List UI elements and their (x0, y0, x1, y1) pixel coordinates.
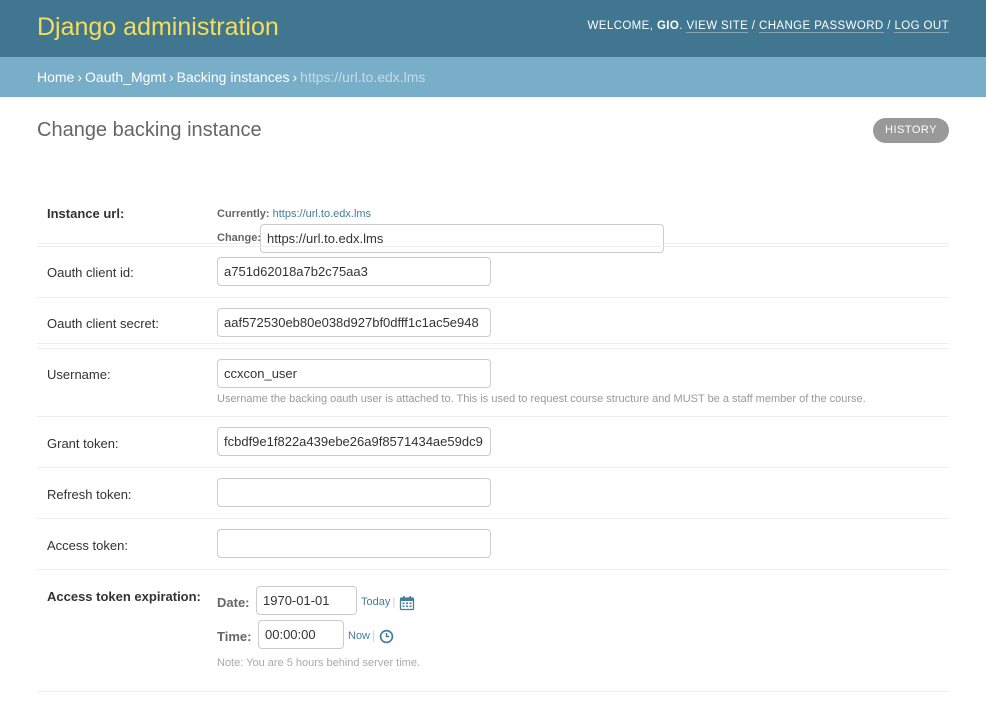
page-title: Change backing instance (37, 119, 262, 141)
calendar-icon[interactable] (399, 595, 415, 611)
divider (37, 246, 949, 247)
welcome-text: WELCOME, (587, 20, 654, 32)
username-text: GIO (656, 20, 680, 32)
divider (37, 416, 949, 417)
oauth-client-secret-label: Oauth client secret: (47, 316, 159, 331)
divider (37, 467, 949, 468)
access-token-expiration-label: Access token expiration: (47, 589, 201, 604)
refresh-token-input[interactable] (217, 478, 491, 507)
date-label: Date: (217, 595, 250, 610)
username-label: Username: (47, 367, 111, 382)
divider (37, 691, 949, 692)
breadcrumb-model[interactable]: Backing instances (177, 69, 290, 85)
currently-label: Currently: (217, 208, 270, 220)
spacer (37, 244, 949, 344)
grant-token-label: Grant token: (47, 436, 119, 451)
change-label: Change: (217, 232, 261, 244)
currently-link[interactable]: https://url.to.edx.lms (273, 208, 371, 220)
instance-url-label: Instance url: (47, 206, 125, 221)
divider (37, 518, 949, 519)
username-input[interactable]: ccxcon_user (217, 359, 491, 388)
time-shortcuts: Now | (348, 630, 375, 642)
breadcrumb-current: https://url.to.edx.lms (300, 69, 426, 85)
change-form: Instance url: Currently: https://url.to.… (37, 170, 949, 344)
access-token-input[interactable] (217, 529, 491, 558)
site-header: Django administration WELCOME, GIO. VIEW… (0, 0, 986, 57)
timezone-note: Note: You are 5 hours behind server time… (217, 657, 421, 669)
oauth-client-id-label: Oauth client id: (47, 265, 134, 280)
breadcrumb-home[interactable]: Home (37, 69, 74, 85)
access-token-label: Access token: (47, 538, 128, 553)
change-password-link[interactable]: CHANGE PASSWORD (759, 20, 884, 33)
now-link[interactable]: Now (348, 630, 370, 642)
site-branding[interactable]: Django administration (37, 13, 279, 42)
date-input[interactable]: 1970-01-01 (256, 586, 357, 615)
view-site-link[interactable]: VIEW SITE (686, 20, 749, 33)
log-out-link[interactable]: LOG OUT (894, 20, 949, 33)
divider (37, 297, 949, 298)
history-button[interactable]: HISTORY (873, 118, 949, 143)
clock-icon[interactable] (379, 629, 394, 644)
time-input[interactable]: 00:00:00 (258, 620, 344, 649)
today-link[interactable]: Today (361, 596, 390, 608)
divider (37, 569, 949, 570)
refresh-token-label: Refresh token: (47, 487, 132, 502)
time-label: Time: (217, 629, 252, 644)
breadcrumb: Home › Oauth_Mgmt › Backing instances › https:… (0, 57, 986, 97)
oauth-client-secret-input[interactable]: aaf572530eb80e038d927bf0dfff1c1ac5e948 (217, 308, 491, 337)
divider (37, 348, 949, 349)
date-shortcuts: Today | (361, 596, 396, 608)
grant-token-input[interactable]: fcbdf9e1f822a439ebe26a9f8571434ae59dc9 (217, 427, 491, 456)
currently-block: Currently: https://url.to.edx.lms (217, 208, 371, 220)
oauth-client-id-input[interactable]: a751d62018a7b2c75aa3 (217, 257, 491, 286)
username-help: Username the backing oauth user is attac… (217, 393, 866, 405)
field-row-instance-url: Instance url: Currently: https://url.to.… (37, 170, 949, 253)
breadcrumb-app[interactable]: Oauth_Mgmt (85, 69, 166, 85)
user-tools: WELCOME, GIO. VIEW SITE / CHANGE PASSWOR… (587, 20, 949, 33)
